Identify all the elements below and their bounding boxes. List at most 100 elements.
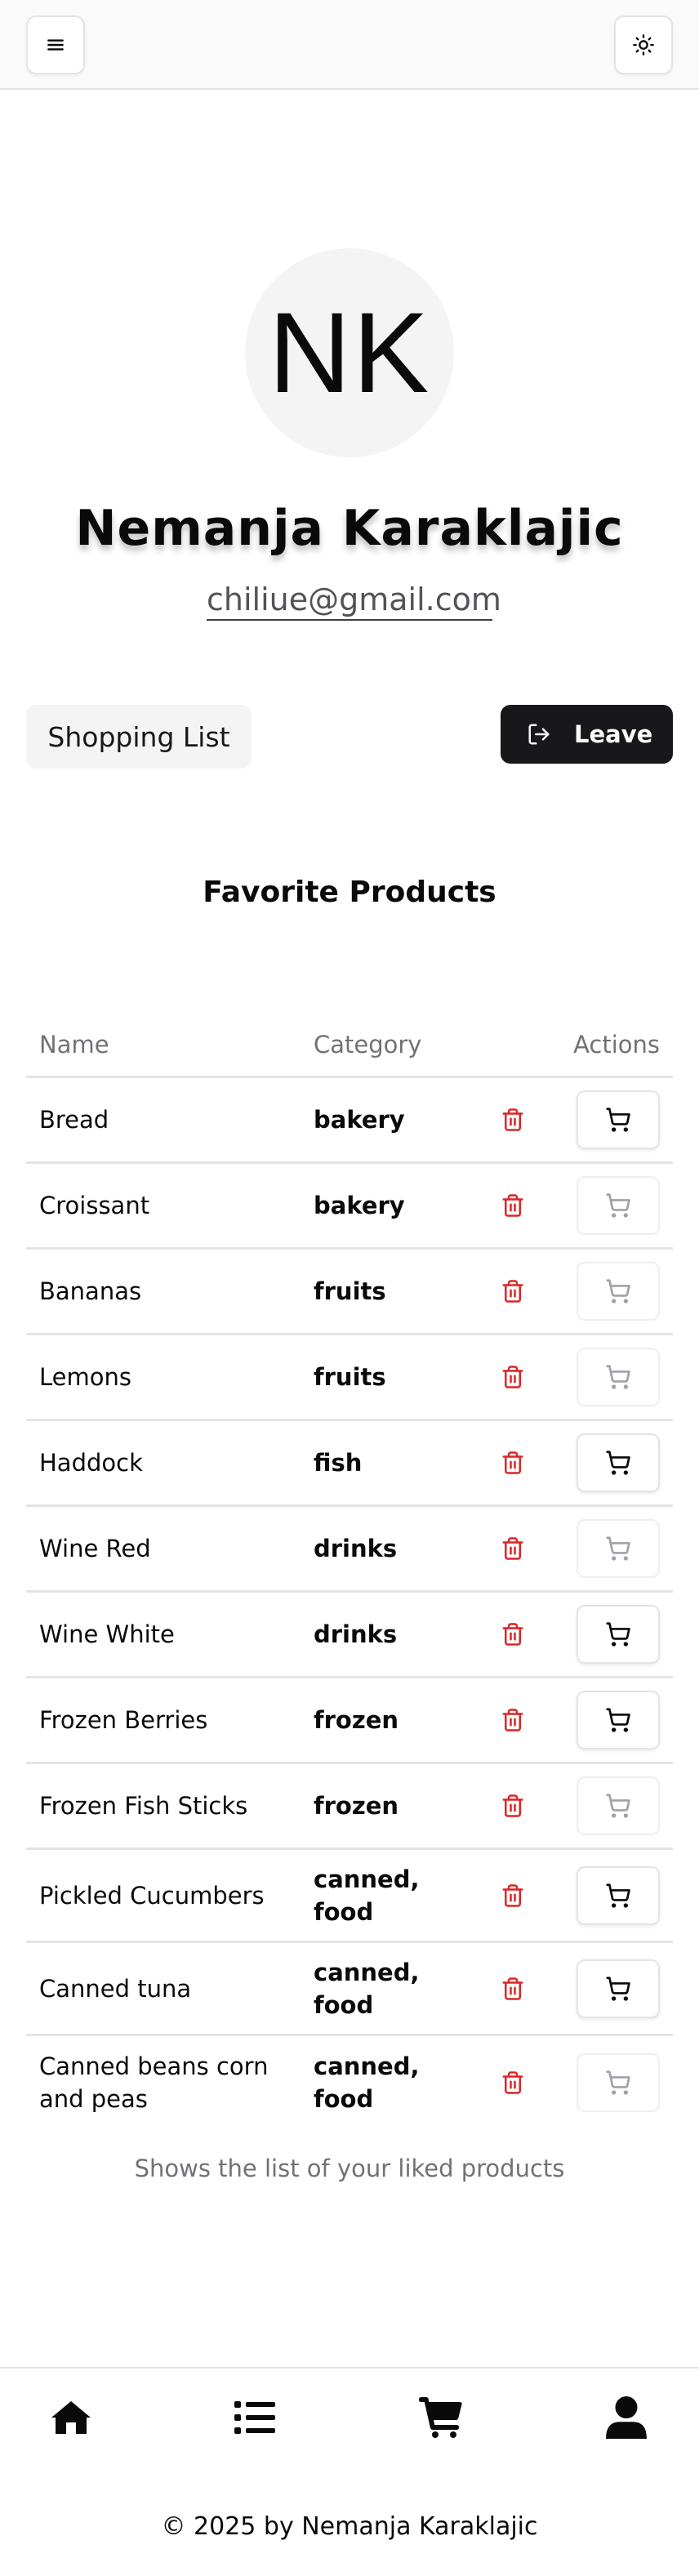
product-category: canned, food (314, 1958, 420, 2019)
menu-button[interactable] (26, 16, 85, 74)
remove-favorite-button[interactable] (498, 1620, 528, 1649)
table-row: Bread bakery (26, 1078, 673, 1164)
leave-label: Leave (574, 720, 653, 748)
top-bar (0, 0, 699, 90)
cart-icon (606, 1365, 630, 1389)
trash-icon (502, 1366, 523, 1388)
avatar-initials: NK (268, 288, 431, 417)
shopping-list-button[interactable]: Shopping List (26, 705, 252, 769)
log-out-icon (528, 724, 550, 745)
add-to-cart-button[interactable] (577, 1348, 660, 1406)
trash-icon (502, 1977, 523, 2000)
cart-icon (606, 1622, 630, 1647)
remove-favorite-button[interactable] (498, 1791, 528, 1821)
cart-icon (606, 1193, 630, 1218)
cart-icon (606, 1976, 630, 2001)
table-caption: Shows the list of your liked products (134, 2155, 565, 2182)
add-to-cart-button[interactable] (577, 1090, 660, 1149)
add-to-cart-button[interactable] (577, 1519, 660, 1578)
trash-icon (502, 1709, 523, 1731)
table-row: Wine Red drinks (26, 1507, 673, 1593)
add-to-cart-button[interactable] (577, 1865, 660, 1925)
table-body: Bread bakery Croissant bakery Bananas fruits L… (26, 1078, 673, 2129)
remove-favorite-button[interactable] (498, 1448, 528, 1477)
remove-favorite-button[interactable] (498, 1191, 528, 1220)
product-name: Bananas (39, 1277, 142, 1305)
favorites-table: Name Category Actions Bread bakery Croissa… (26, 1013, 673, 2129)
nav-home[interactable] (45, 2391, 97, 2444)
product-name: Frozen Fish Sticks (39, 1792, 248, 1820)
remove-favorite-button[interactable] (498, 2068, 528, 2097)
list-icon (234, 2401, 275, 2434)
trash-icon (502, 1280, 523, 1303)
cart-icon (606, 1451, 630, 1475)
add-to-cart-button[interactable] (577, 1959, 660, 2018)
home-icon (51, 2401, 91, 2434)
product-name: Frozen Berries (39, 1706, 208, 1734)
cart-icon (606, 2070, 630, 2095)
theme-toggle-button[interactable] (614, 16, 673, 74)
nav-profile[interactable] (600, 2391, 652, 2444)
cart-icon (606, 1794, 630, 1818)
column-header-name: Name (39, 1031, 109, 1058)
remove-favorite-button[interactable] (498, 1105, 528, 1134)
sun-icon (633, 34, 654, 56)
remove-favorite-button[interactable] (498, 1277, 528, 1306)
product-category: bakery (314, 1192, 405, 1219)
trash-icon (502, 1194, 523, 1217)
trash-icon (502, 1108, 523, 1131)
trash-icon (502, 2071, 523, 2094)
product-category: drinks (314, 1535, 398, 1562)
product-category: canned, food (314, 2052, 420, 2113)
remove-favorite-button[interactable] (498, 1974, 528, 2003)
product-name: Wine Red (39, 1535, 151, 1562)
trash-icon (502, 1623, 523, 1646)
remove-favorite-button[interactable] (498, 1881, 528, 1910)
product-category: fruits (314, 1363, 386, 1391)
product-category: frozen (314, 1706, 399, 1734)
cart-icon (606, 1536, 630, 1561)
cart-icon (606, 1708, 630, 1732)
user-name: Nemanja Karaklajic (75, 500, 624, 557)
table-row: Canned tuna canned, food (26, 1943, 673, 2036)
add-to-cart-button[interactable] (577, 1176, 660, 1235)
trash-icon (502, 1537, 523, 1560)
add-to-cart-button[interactable] (577, 1262, 660, 1321)
add-to-cart-button[interactable] (577, 1433, 660, 1492)
add-to-cart-button[interactable] (577, 2053, 660, 2112)
column-header-actions: Actions (573, 1031, 660, 1058)
bottom-nav (0, 2367, 699, 2465)
remove-favorite-button[interactable] (498, 1534, 528, 1563)
add-to-cart-button[interactable] (577, 1691, 660, 1749)
cart-icon (419, 2397, 462, 2438)
product-name: Lemons (39, 1363, 131, 1391)
table-row: Pickled Cucumbers canned, food (26, 1850, 673, 1943)
product-category: drinks (314, 1620, 398, 1648)
user-email[interactable]: chiliue@gmail.com (207, 582, 501, 621)
table-row: Canned beans corn and peas canned, food (26, 2036, 673, 2129)
product-category: bakery (314, 1106, 405, 1134)
nav-cart[interactable] (415, 2391, 467, 2444)
product-name: Wine White (39, 1620, 175, 1648)
add-to-cart-button[interactable] (577, 1605, 660, 1664)
product-name: Canned tuna (39, 1974, 192, 2003)
cart-icon (606, 1108, 630, 1132)
hamburger-icon (47, 39, 64, 51)
cart-icon (606, 1883, 630, 1908)
avatar: NK (245, 248, 454, 457)
table-header: Name Category Actions (26, 1013, 673, 1078)
trash-icon (502, 1794, 523, 1817)
nav-list[interactable] (229, 2391, 281, 2444)
product-name: Bread (39, 1106, 109, 1134)
table-row: Haddock fish (26, 1421, 673, 1507)
table-row: Lemons fruits (26, 1335, 673, 1421)
leave-button[interactable]: Leave (501, 705, 673, 764)
cart-icon (606, 1279, 630, 1304)
product-category: fruits (314, 1277, 386, 1305)
product-category: canned, food (314, 1865, 420, 1926)
trash-icon (502, 1451, 523, 1474)
remove-favorite-button[interactable] (498, 1362, 528, 1392)
remove-favorite-button[interactable] (498, 1705, 528, 1735)
add-to-cart-button[interactable] (577, 1776, 660, 1835)
table-row: Frozen Berries frozen (26, 1678, 673, 1764)
